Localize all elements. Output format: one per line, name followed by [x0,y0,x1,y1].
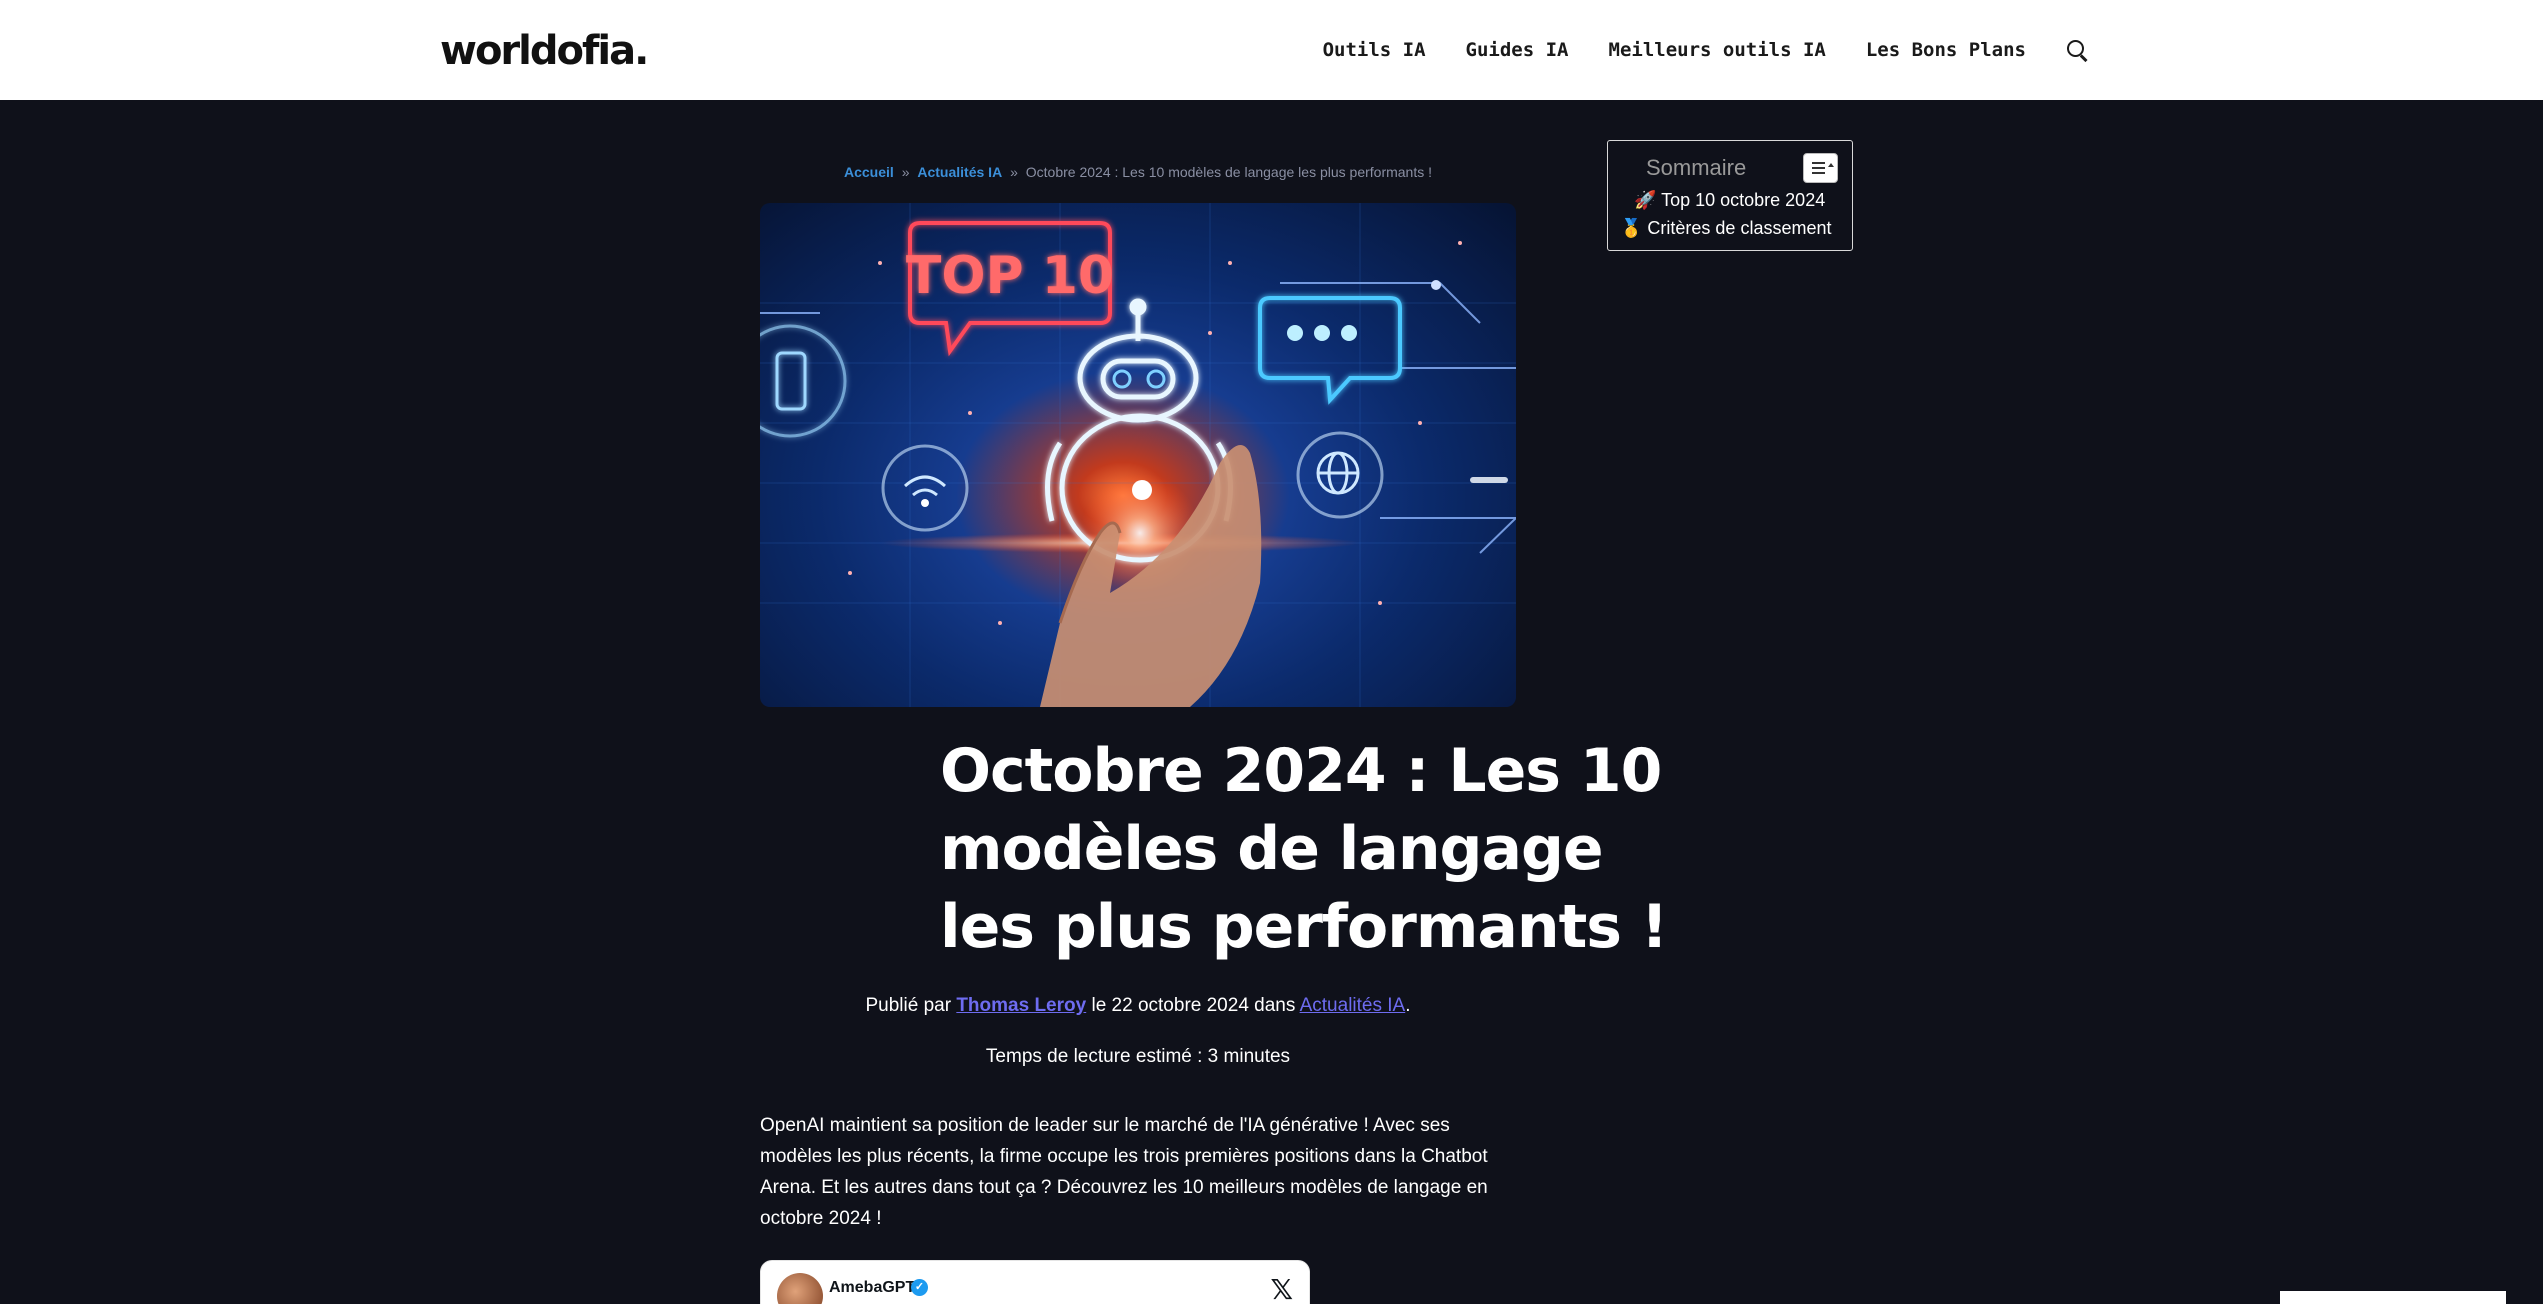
floating-widget[interactable] [2280,1291,2506,1304]
article-title-line: modèles de langage [940,814,1604,884]
hero-top10-text: TOP 10 [906,246,1114,306]
table-of-contents: Sommaire 🚀 Top 10 octobre 2024 🥇 Critère… [1607,140,1853,251]
reading-time: Temps de lecture estimé : 3 minutes [985,1046,1291,1067]
breadcrumb-home-link[interactable]: Accueil [844,164,894,180]
x-logo-icon[interactable]: 𝕏 [1270,1273,1293,1304]
toc-list: 🚀 Top 10 octobre 2024 🥇 Critères de clas… [1620,186,1831,242]
breadcrumb-separator: » [1010,164,1018,180]
author-link[interactable]: Thomas Leroy [956,995,1086,1016]
nav-les-bons-plans[interactable]: Les Bons Plans [1866,39,2026,61]
breadcrumb-current: Octobre 2024 : Les 10 modèles de langage… [1025,164,1433,180]
breadcrumb: Accueil » Actualités IA » Octobre 2024 :… [760,164,1516,180]
embedded-tweet[interactable]: AmebaGPT ✓ 𝕏 [760,1260,1310,1304]
byline-date: le 22 octobre 2024 dans [1091,995,1296,1016]
byline-prefix: Publié par [865,995,952,1016]
hero-illustration: TOP 10 [760,203,1516,707]
category-link[interactable]: Actualités IA [1300,995,1406,1016]
hero-image: TOP 10 [760,203,1516,707]
toc-item-top10[interactable]: 🚀 Top 10 octobre 2024 [1620,186,1831,214]
site-logo[interactable]: worldofia. [440,28,649,74]
search-icon[interactable] [2066,39,2088,61]
toc-title: Sommaire [1646,155,1747,180]
main-nav: Outils IA Guides IA Meilleurs outils IA … [1323,0,2088,100]
nav-outils-ia[interactable]: Outils IA [1323,39,1426,61]
article-title: Octobre 2024 : Les 10 modèles de langage… [760,732,1668,966]
article-title-line: les plus performants ! [940,892,1668,962]
nav-guides-ia[interactable]: Guides IA [1466,39,1569,61]
verified-badge-icon: ✓ [911,1279,928,1296]
byline-suffix: . [1405,995,1411,1016]
breadcrumb-separator: » [901,164,910,180]
breadcrumb-category-link[interactable]: Actualités IA [917,164,1002,180]
site-header: worldofia. Outils IA Guides IA Meilleurs… [0,0,2543,100]
toc-toggle-icon[interactable] [1803,153,1838,183]
toc-item-criteres[interactable]: 🥇 Critères de classement [1620,214,1831,242]
article-title-line: Octobre 2024 : Les 10 [940,736,1662,806]
nav-meilleurs-outils-ia[interactable]: Meilleurs outils IA [1609,39,1826,61]
tweet-author-name[interactable]: AmebaGPT [829,1279,915,1297]
avatar[interactable] [777,1273,823,1304]
article-intro: OpenAI maintient sa position de leader s… [760,1115,1488,1229]
article-byline: Publié par Thomas Leroy le 22 octobre 20… [760,995,1516,1017]
